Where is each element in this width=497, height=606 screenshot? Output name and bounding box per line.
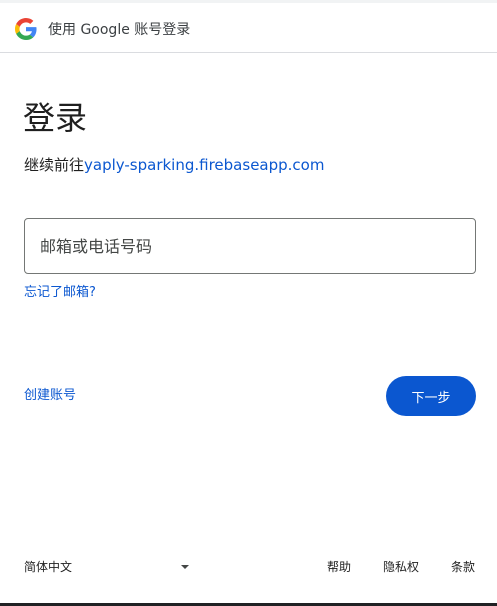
header: 使用 Google 账号登录 xyxy=(0,3,497,53)
create-account-link[interactable]: 创建账号 xyxy=(24,387,76,405)
help-link[interactable]: 帮助 xyxy=(327,559,351,575)
google-logo-icon xyxy=(15,18,37,40)
header-title: 使用 Google 账号登录 xyxy=(48,22,191,38)
continue-to-text: 继续前往yaply-sparking.firebaseapp.com xyxy=(24,154,324,176)
footer: 简体中文 帮助 隐私权 条款 xyxy=(0,553,497,583)
app-domain-link[interactable]: yaply-sparking.firebaseapp.com xyxy=(84,156,324,174)
email-field-container[interactable] xyxy=(24,218,476,274)
forgot-email-link[interactable]: 忘记了邮箱? xyxy=(24,284,96,302)
page-title: 登录 xyxy=(23,99,88,137)
terms-link[interactable]: 条款 xyxy=(451,559,475,575)
sign-in-page: 使用 Google 账号登录 登录 继续前往yaply-sparking.fir… xyxy=(0,0,497,606)
next-button[interactable]: 下一步 xyxy=(386,376,476,416)
continue-to-prefix: 继续前往 xyxy=(24,156,85,174)
caret-down-icon[interactable] xyxy=(181,565,189,569)
language-selector[interactable]: 简体中文 xyxy=(24,559,72,575)
privacy-link[interactable]: 隐私权 xyxy=(383,559,419,575)
email-input[interactable] xyxy=(25,219,475,273)
